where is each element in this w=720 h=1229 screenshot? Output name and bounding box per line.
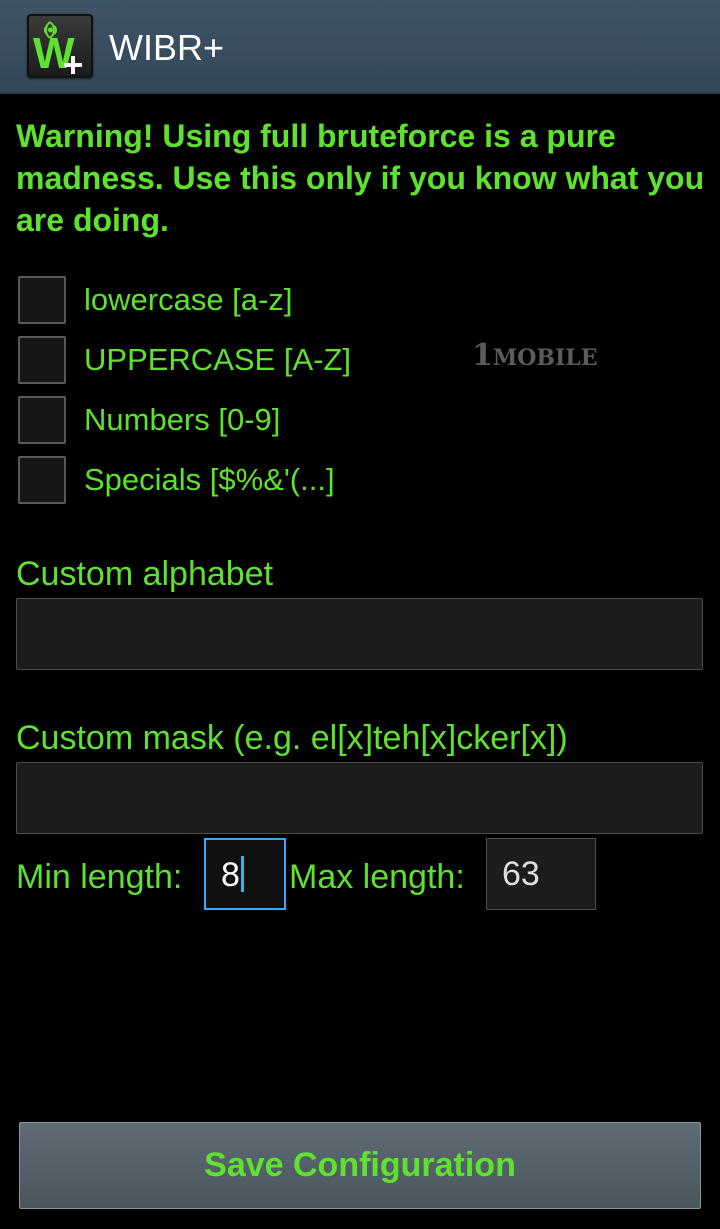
min-length-input[interactable]: 8 <box>204 838 286 910</box>
checkbox-row-uppercase[interactable]: UPPERCASE [A-Z] <box>18 334 351 386</box>
custom-mask-input[interactable] <box>16 762 703 834</box>
watermark-digit: 1 <box>472 338 493 373</box>
max-length-input[interactable]: 63 <box>486 838 596 910</box>
checkbox-row-lowercase[interactable]: lowercase [a-z] <box>18 274 292 326</box>
min-length-value: 8 <box>221 856 240 894</box>
wibr-plus-logo-icon[interactable]: W <box>27 14 93 78</box>
text-caret <box>240 856 244 893</box>
watermark-logo: 1MOBILE <box>472 338 598 373</box>
custom-mask-label: Custom mask (e.g. el[x]teh[x]cker[x]) <box>16 719 568 757</box>
svg-text:W: W <box>33 29 75 78</box>
uppercase-checkbox[interactable] <box>18 336 66 384</box>
app-title: WIBR+ <box>109 27 225 68</box>
lowercase-label[interactable]: lowercase [a-z] <box>84 280 292 320</box>
custom-alphabet-label: Custom alphabet <box>16 555 274 593</box>
watermark-text: MOBILE <box>492 345 598 371</box>
max-length-value: 63 <box>502 855 540 893</box>
action-bar: W WIBR+ <box>0 0 720 94</box>
custom-alphabet-input[interactable] <box>16 598 703 670</box>
numbers-checkbox[interactable] <box>18 396 66 444</box>
specials-checkbox[interactable] <box>18 456 66 504</box>
uppercase-label[interactable]: UPPERCASE [A-Z] <box>84 340 351 380</box>
checkbox-row-numbers[interactable]: Numbers [0-9] <box>18 394 280 446</box>
checkbox-row-specials[interactable]: Specials [$%&'(...] <box>18 454 335 506</box>
min-length-label: Min length: <box>16 858 183 896</box>
numbers-label[interactable]: Numbers [0-9] <box>84 400 280 440</box>
specials-label[interactable]: Specials [$%&'(...] <box>84 460 335 500</box>
max-length-label: Max length: <box>289 858 465 896</box>
warning-message: Warning! Using full bruteforce is a pure… <box>16 118 705 238</box>
lowercase-checkbox[interactable] <box>18 276 66 324</box>
save-configuration-button[interactable]: Save Configuration <box>19 1122 701 1209</box>
